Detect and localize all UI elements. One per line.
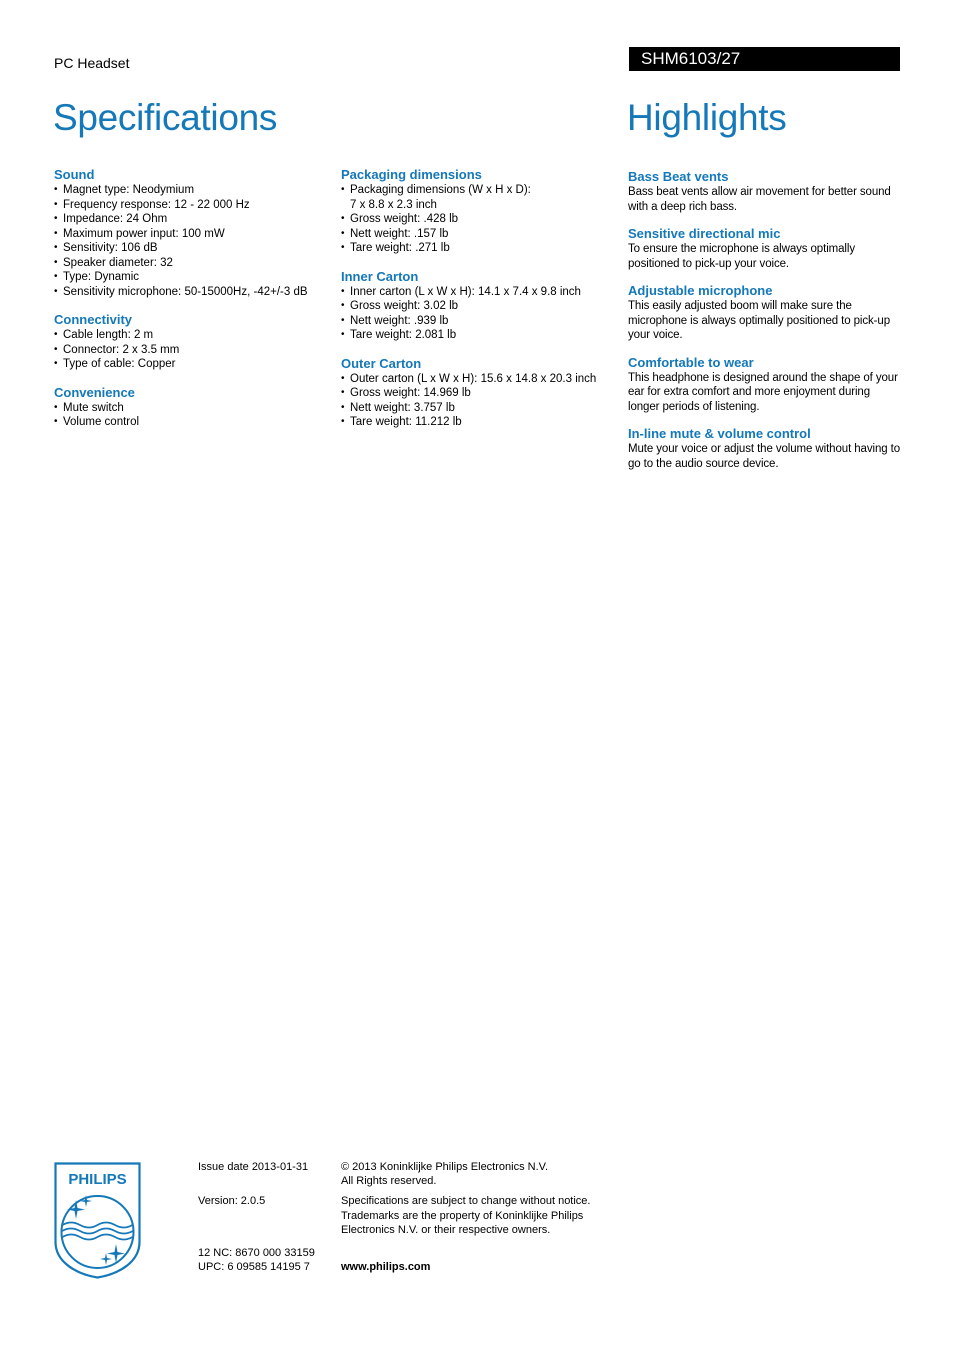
spec-section-title: Sound bbox=[54, 167, 95, 182]
model-number-bar: SHM6103/27 bbox=[629, 47, 900, 71]
spec-section-connectivity: Connectivity Cable length: 2 m Connector… bbox=[54, 312, 334, 372]
website-link[interactable]: www.philips.com bbox=[341, 1260, 430, 1275]
rights-reserved: All Rights reserved. bbox=[341, 1175, 437, 1187]
product-type: PC Headset bbox=[54, 55, 130, 71]
highlight-title: In-line mute & volume control bbox=[628, 426, 811, 441]
highlight-title: Comfortable to wear bbox=[628, 354, 754, 370]
disclaimer: Specifications are subject to change wit… bbox=[341, 1195, 591, 1236]
spec-section-inner-carton: Inner Carton Inner carton (L x W x H): 1… bbox=[341, 269, 626, 343]
specs-column-1: Sound Magnet type: Neodymium Frequency r… bbox=[54, 167, 334, 443]
highlight-inline-mute-volume: In-line mute & volume control Mute your … bbox=[628, 426, 903, 471]
version: Version: 2.0.5 bbox=[198, 1195, 266, 1207]
spec-item: Sensitivity: 106 dB bbox=[54, 241, 334, 256]
logo-wordmark: PHILIPS bbox=[68, 1171, 126, 1188]
spec-item: Cable length: 2 m bbox=[54, 328, 334, 343]
spec-section-title: Inner Carton bbox=[341, 268, 419, 284]
twelve-nc-code: 12 NC: 8670 000 33159 bbox=[198, 1247, 315, 1259]
spec-item: Gross weight: 14.969 lb bbox=[341, 386, 626, 401]
highlight-title: Adjustable microphone bbox=[628, 283, 773, 298]
spec-item: Nett weight: .157 lb bbox=[341, 227, 626, 242]
spec-item: Tare weight: .271 lb bbox=[341, 241, 626, 256]
highlight-sensitive-directional-mic: Sensitive directional mic To ensure the … bbox=[628, 226, 903, 271]
spec-item: Outer carton (L x W x H): 15.6 x 14.8 x … bbox=[341, 372, 626, 387]
spec-item: Type of cable: Copper bbox=[54, 357, 334, 372]
spec-section-title: Convenience bbox=[54, 384, 135, 400]
spec-section-sound: Sound Magnet type: Neodymium Frequency r… bbox=[54, 167, 334, 299]
spec-item: Mute switch bbox=[54, 401, 334, 416]
specifications-title: Specifications bbox=[53, 97, 278, 138]
highlight-text: Mute your voice or adjust the volume wit… bbox=[628, 443, 901, 470]
spec-item: Nett weight: 3.757 lb bbox=[341, 401, 626, 416]
spec-item: Impedance: 24 Ohm bbox=[54, 212, 334, 227]
spec-item: Tare weight: 11.212 lb bbox=[341, 415, 626, 430]
philips-shield-logo-icon: PHILIPS bbox=[54, 1162, 141, 1279]
highlight-text: This easily adjusted boom will make sure… bbox=[628, 300, 890, 341]
spec-item: Connector: 2 x 3.5 mm bbox=[54, 343, 334, 358]
spec-item-continuation: 7 x 8.8 x 2.3 inch bbox=[350, 198, 437, 211]
spec-section-title: Packaging dimensions bbox=[341, 167, 482, 182]
spec-section-packaging-dimensions: Packaging dimensions Packaging dimension… bbox=[341, 167, 626, 256]
highlight-comfortable-to-wear: Comfortable to wear This headphone is de… bbox=[628, 355, 903, 415]
specs-column-2: Packaging dimensions Packaging dimension… bbox=[341, 167, 626, 443]
spec-item: Gross weight: 3.02 lb bbox=[341, 299, 626, 314]
spec-item: Frequency response: 12 - 22 000 Hz bbox=[54, 198, 334, 213]
spec-item: Gross weight: .428 lb bbox=[341, 212, 626, 227]
highlight-title: Bass Beat vents bbox=[628, 169, 729, 184]
spec-item: Nett weight: .939 lb bbox=[341, 314, 626, 329]
spec-item: Packaging dimensions (W x H x D): 7 x 8.… bbox=[341, 183, 626, 212]
highlight-text: Bass beat vents allow air movement for b… bbox=[628, 186, 891, 213]
highlight-title: Sensitive directional mic bbox=[628, 226, 781, 241]
highlights-title: Highlights bbox=[627, 97, 787, 138]
highlight-text: To ensure the microphone is always optim… bbox=[628, 243, 855, 270]
spec-item: Inner carton (L x W x H): 14.1 x 7.4 x 9… bbox=[341, 285, 626, 300]
highlight-bass-beat-vents: Bass Beat vents Bass beat vents allow ai… bbox=[628, 169, 903, 214]
highlights-column: Bass Beat vents Bass beat vents allow ai… bbox=[628, 169, 903, 483]
copyright: © 2013 Koninklijke Philips Electronics N… bbox=[341, 1161, 549, 1173]
highlight-text: This headphone is designed around the sh… bbox=[628, 371, 898, 413]
issue-date: Issue date 2013-01-31 bbox=[198, 1161, 309, 1173]
spec-section-convenience: Convenience Mute switch Volume control bbox=[54, 385, 334, 430]
spec-section-title: Outer Carton bbox=[341, 355, 422, 371]
spec-item: Speaker diameter: 32 bbox=[54, 256, 334, 271]
spec-item: Magnet type: Neodymium bbox=[54, 183, 334, 198]
upc-code: UPC: 6 09585 14195 7 bbox=[198, 1261, 310, 1273]
spec-item-text: Packaging dimensions (W x H x D): bbox=[350, 184, 531, 196]
highlight-adjustable-microphone: Adjustable microphone This easily adjust… bbox=[628, 283, 903, 343]
spec-item: Tare weight: 2.081 lb bbox=[341, 328, 626, 343]
spec-section-outer-carton: Outer Carton Outer carton (L x W x H): 1… bbox=[341, 356, 626, 430]
spec-section-title: Connectivity bbox=[54, 312, 133, 327]
spec-item: Sensitivity microphone: 50-15000Hz, -42+… bbox=[54, 285, 334, 300]
spec-item: Volume control bbox=[54, 415, 334, 430]
spec-item: Type: Dynamic bbox=[54, 270, 334, 285]
spec-item: Maximum power input: 100 mW bbox=[54, 227, 334, 242]
